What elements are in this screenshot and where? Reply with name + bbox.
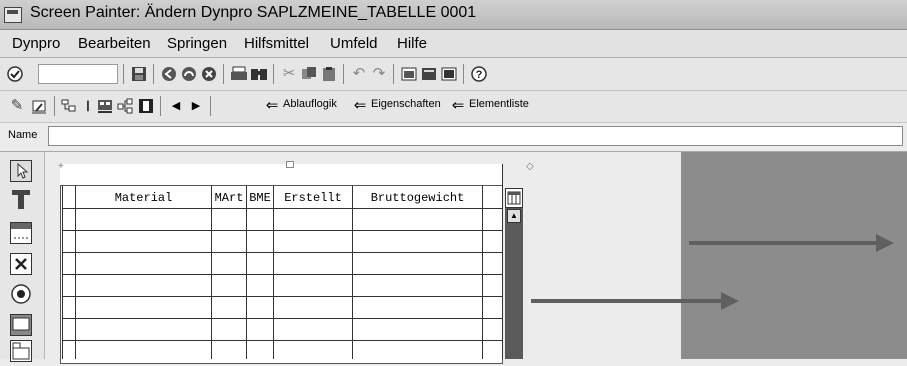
- layout-icon[interactable]: [440, 65, 458, 83]
- command-field[interactable]: [38, 64, 118, 84]
- window-icon: [4, 7, 22, 23]
- copy-icon[interactable]: [300, 65, 318, 83]
- text-field-tool-icon[interactable]: [10, 188, 32, 210]
- cut-icon[interactable]: ✂: [280, 65, 298, 83]
- table-control-title: [60, 164, 503, 186]
- name-label: Name: [8, 129, 38, 141]
- layout-editor-icon[interactable]: [96, 97, 114, 115]
- row-selector-column[interactable]: [62, 186, 75, 359]
- resize-handle-right[interactable]: ◇: [526, 161, 534, 172]
- column-header-material[interactable]: Material: [76, 188, 211, 209]
- help-icon[interactable]: ?: [470, 65, 488, 83]
- menu-bar: Dynpro Bearbeiten Springen Hilfsmittel U…: [0, 30, 907, 58]
- name-row: Name: [0, 123, 907, 152]
- save-icon[interactable]: [130, 65, 148, 83]
- dictionary-fields-icon[interactable]: [137, 97, 155, 115]
- menu-umfeld[interactable]: Umfeld: [330, 35, 378, 52]
- column-header-bme[interactable]: BME: [247, 188, 273, 209]
- elementliste-button[interactable]: Elementliste: [469, 98, 529, 110]
- menu-bearbeiten[interactable]: Bearbeiten: [78, 35, 151, 52]
- annotation-arrow: [531, 299, 721, 303]
- vertical-scrollbar[interactable]: [505, 208, 523, 359]
- annotation-arrow: [689, 241, 876, 245]
- pushbutton-tool-icon[interactable]: [10, 314, 32, 336]
- ablauflogik-button[interactable]: Ablauflogik: [283, 98, 337, 110]
- menu-dynpro[interactable]: Dynpro: [12, 35, 60, 52]
- undo-icon[interactable]: ↶: [350, 65, 368, 83]
- outside-screen-area: [681, 152, 907, 359]
- redo-icon[interactable]: ↷: [370, 65, 388, 83]
- eigenschaften-button[interactable]: Eigenschaften: [371, 98, 441, 110]
- next-icon[interactable]: ▶: [187, 97, 205, 115]
- system-toolbar: ✂ ↶ ↷ ?: [0, 58, 907, 91]
- back-icon[interactable]: [160, 65, 178, 83]
- column-header-mart[interactable]: MArt: [212, 188, 246, 209]
- application-toolbar: ✎ ┃ ◀ ▶ ⇐ Ablauflogik ⇐ Eigenschaften ⇐ …: [0, 91, 907, 123]
- find-icon[interactable]: [250, 65, 268, 83]
- create-session-icon[interactable]: [400, 65, 418, 83]
- checkmark-icon[interactable]: [6, 65, 24, 83]
- left-arrow-icon[interactable]: ⇐: [263, 97, 281, 115]
- table-settings-icon[interactable]: [505, 188, 523, 208]
- hierarchy-icon[interactable]: [60, 97, 78, 115]
- exit-icon[interactable]: [180, 65, 198, 83]
- checkbox-tool-icon[interactable]: [10, 253, 32, 275]
- paste-icon[interactable]: [320, 65, 338, 83]
- title-bar: Screen Painter: Ändern Dynpro SAPLZMEINE…: [0, 0, 907, 30]
- input-field-tool-icon[interactable]: [10, 222, 32, 244]
- window-title: Screen Painter: Ändern Dynpro SAPLZMEINE…: [30, 4, 477, 21]
- svg-text:?: ?: [476, 69, 483, 81]
- resize-handle-left[interactable]: +: [58, 161, 64, 172]
- pencil-glasses-icon[interactable]: ✎: [8, 97, 26, 115]
- tree-icon[interactable]: [116, 97, 134, 115]
- column-header-erstellt[interactable]: Erstellt: [274, 188, 352, 209]
- menu-springen[interactable]: Springen: [167, 35, 227, 52]
- radio-button-tool-icon[interactable]: [10, 283, 32, 305]
- shortcut-icon[interactable]: [420, 65, 438, 83]
- menu-hilfsmittel[interactable]: Hilfsmittel: [244, 35, 309, 52]
- menu-hilfe[interactable]: Hilfe: [397, 35, 427, 52]
- print-icon[interactable]: [230, 65, 248, 83]
- column-header-bruttogewicht[interactable]: Bruttogewicht: [353, 188, 482, 209]
- left-arrow-icon[interactable]: ⇐: [449, 97, 467, 115]
- left-arrow-icon[interactable]: ⇐: [351, 97, 369, 115]
- name-field[interactable]: [48, 126, 903, 146]
- small-bar-icon[interactable]: ┃: [79, 97, 97, 115]
- resize-handle[interactable]: [286, 161, 294, 168]
- previous-icon[interactable]: ◀: [167, 97, 185, 115]
- scroll-up-icon[interactable]: ▲: [507, 209, 521, 223]
- pointer-tool-icon[interactable]: [10, 160, 32, 182]
- display-change-icon[interactable]: [30, 97, 48, 115]
- element-palette: [0, 152, 45, 362]
- cancel-icon[interactable]: [200, 65, 218, 83]
